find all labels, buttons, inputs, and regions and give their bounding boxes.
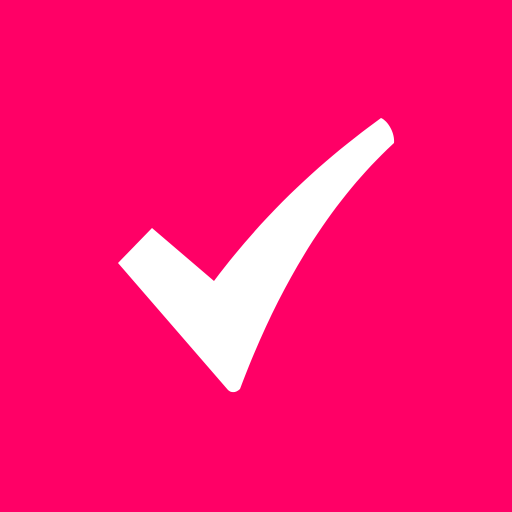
checkmark-icon [0,0,512,512]
app-icon [0,0,512,512]
